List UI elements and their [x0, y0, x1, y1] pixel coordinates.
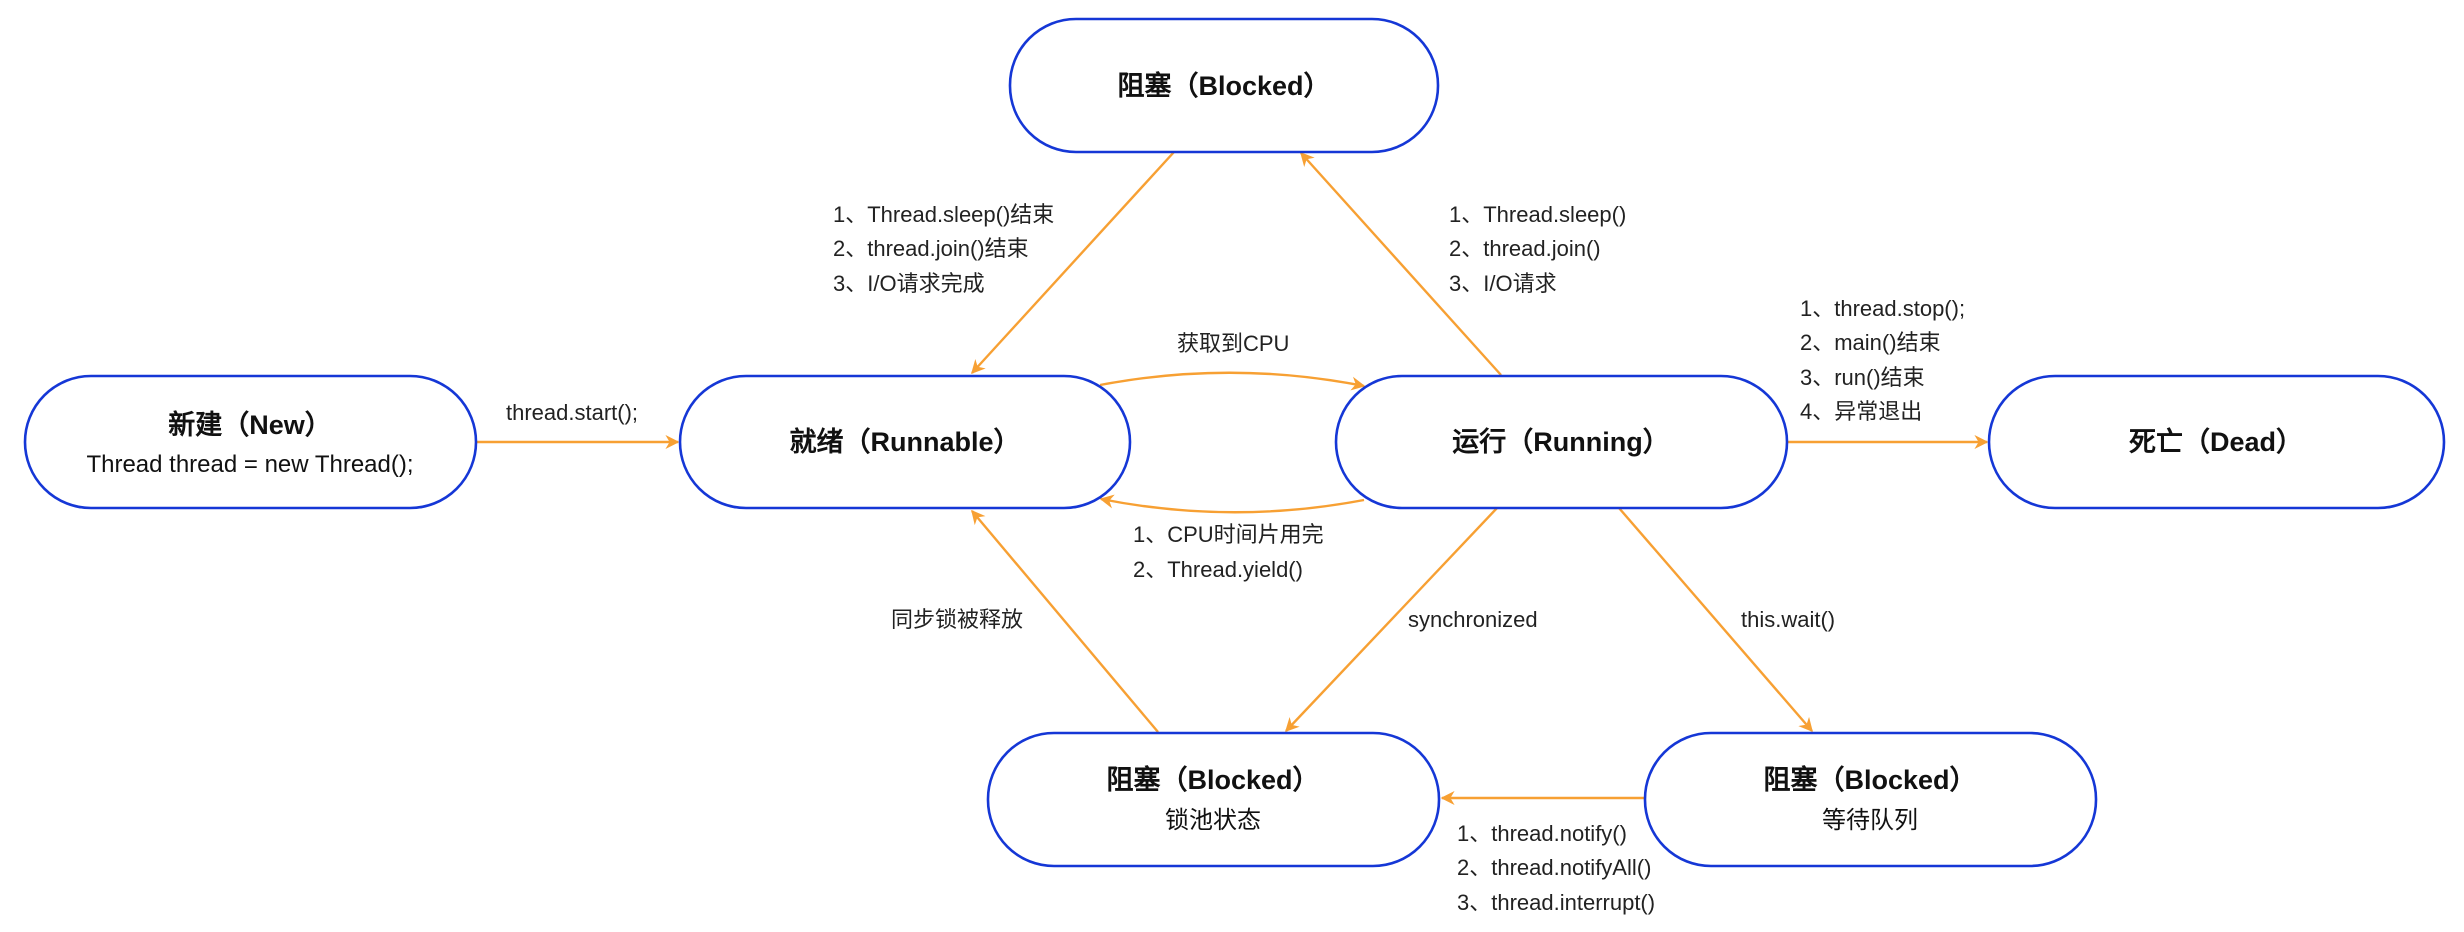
edge-label: thread.start(); [506, 400, 638, 425]
state-runnable: 就绪（Runnable） [678, 374, 1132, 510]
edge-label: synchronized [1408, 607, 1538, 632]
state-dead: 死亡（Dead） [1987, 374, 2446, 510]
node-subtitle: 锁池状态 [1165, 807, 1261, 834]
node-title: 死亡（Dead） [2129, 427, 2303, 457]
edge-label: 同步锁被释放 [891, 607, 1023, 632]
edge-label: 1、thread.notify() [1457, 821, 1627, 846]
node-title: 运行（Running） [1452, 426, 1669, 457]
edge-label: 1、CPU时间片用完 [1133, 522, 1324, 547]
node-title: 阻塞（Blocked） [1106, 764, 1319, 795]
arrow-running-to-runnable [1099, 494, 1365, 514]
node-title: 阻塞（Blocked） [1117, 70, 1330, 101]
edge-label: 2、main()结束 [1800, 330, 1941, 355]
state-new: 新建（New） Thread thread = new Thread(); [23, 374, 478, 510]
edge-label: 3、thread.interrupt() [1457, 890, 1655, 915]
node-title: 新建（New） [168, 409, 332, 440]
node-title: 阻塞（Blocked） [1763, 764, 1976, 795]
edge-label: 2、thread.join()结束 [833, 236, 1029, 261]
edge-label: 3、I/O请求完成 [833, 271, 985, 296]
state-running: 运行（Running） [1334, 374, 1789, 510]
arrow-blocked-to-runnable [971, 151, 1175, 375]
edge-label: 1、Thread.sleep() [1449, 202, 1626, 227]
edge-label: this.wait() [1741, 607, 1835, 632]
edge-label: 获取到CPU [1177, 331, 1289, 356]
thread-state-diagram: 阻塞（Blocked） 新建（New） Thread thread = new … [23, 17, 2446, 915]
state-blocked-top: 阻塞（Blocked） [1008, 17, 1440, 154]
edge-label: 2、thread.join() [1449, 236, 1601, 261]
edge-label: 1、Thread.sleep()结束 [833, 202, 1054, 227]
edge-label: 3、I/O请求 [1449, 271, 1557, 296]
edge-label: 2、thread.notifyAll() [1457, 855, 1651, 880]
edge-label: 4、异常退出 [1800, 399, 1922, 424]
node-title: 就绪（Runnable） [789, 427, 1020, 457]
node-subtitle: Thread thread = new Thread(); [86, 451, 413, 478]
state-blocked-lock-pool: 阻塞（Blocked） 锁池状态 [986, 731, 1441, 868]
node-subtitle: 等待队列 [1822, 807, 1918, 834]
edge-label: 3、run()结束 [1800, 365, 1925, 390]
edge-label: 2、Thread.yield() [1133, 557, 1303, 582]
state-blocked-wait-queue: 阻塞（Blocked） 等待队列 [1643, 731, 2098, 868]
arrow-runnable-to-running [1099, 371, 1366, 391]
arrow-running-to-blocked [1300, 151, 1502, 376]
edge-label: 1、thread.stop(); [1800, 296, 1965, 321]
